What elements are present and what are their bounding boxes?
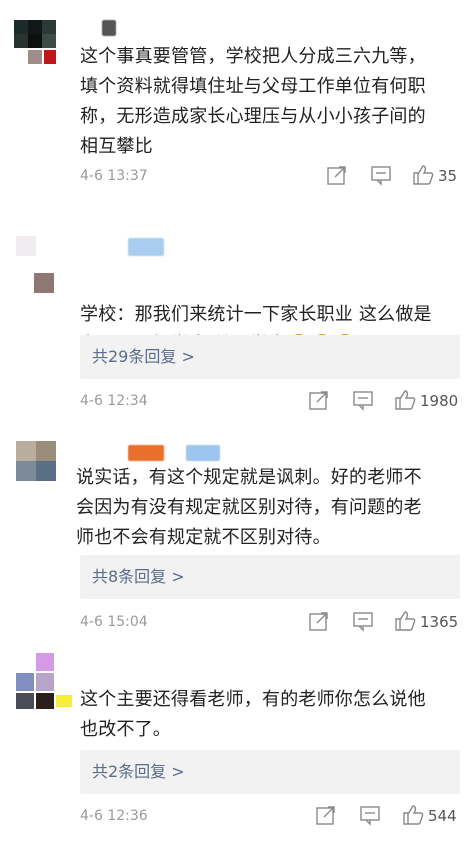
share-icon[interactable] [308, 610, 330, 632]
comment-text: 这个主要还得看老师，有的老师你怎么说他 也改不了。 [80, 689, 426, 740]
like-count: 544 [428, 807, 457, 825]
username[interactable] [128, 445, 164, 461]
like-count: 1365 [420, 613, 459, 631]
avatar-fragment [16, 236, 36, 256]
username[interactable] [128, 238, 164, 256]
like-icon[interactable] [412, 164, 434, 186]
comment-icon[interactable] [352, 610, 374, 632]
share-icon[interactable] [326, 164, 348, 186]
avatar[interactable] [16, 441, 56, 481]
timestamp: 4-6 12:34 [80, 393, 148, 409]
replies-link[interactable]: 共29条回复 > [80, 335, 460, 379]
comment-icon[interactable] [370, 164, 392, 186]
like-icon[interactable] [394, 389, 416, 411]
comment-item: 说实话，有这个规定就是讽刺。好的老师不 会因为有没有规定就区别对待，有问题的老 … [0, 425, 471, 645]
comment-meta: 4-6 15:04 1365 [80, 610, 465, 634]
replies-label: 共2条回复 > [92, 762, 185, 781]
comment-item: 这个事真要管管，学校把人分成三六九等， 填个资料就得填住址与父母工作单位有何职 … [0, 0, 471, 200]
like-count: 35 [438, 167, 458, 185]
comment-item: 学校：那我们来统计一下家长职业 这么做是 为了更了解学生 关心学生 共29条回复… [0, 200, 471, 425]
avatar[interactable] [16, 653, 76, 709]
comment-icon[interactable] [352, 389, 374, 411]
like-icon[interactable] [402, 804, 424, 826]
replies-label: 共8条回复 > [92, 567, 185, 586]
replies-link[interactable]: 共8条回复 > [80, 555, 460, 599]
replies-link[interactable]: 共2条回复 > [80, 750, 460, 794]
user-badge [186, 445, 220, 461]
like-count: 1980 [420, 392, 459, 410]
comment-meta: 4-6 12:34 1980 [80, 389, 465, 413]
avatar[interactable] [14, 20, 58, 64]
avatar[interactable] [34, 273, 54, 293]
comment-text: 这个事真要管管，学校把人分成三六九等， 填个资料就得填住址与父母工作单位有何职 … [80, 46, 426, 157]
comment-meta: 4-6 13:37 35 [80, 164, 465, 188]
comment-meta: 4-6 12:36 544 [80, 804, 465, 828]
timestamp: 4-6 13:37 [80, 168, 148, 184]
share-icon[interactable] [308, 389, 330, 411]
share-icon[interactable] [315, 804, 337, 826]
comment-text: 说实话，有这个规定就是讽刺。好的老师不 会因为有没有规定就区别对待，有问题的老 … [76, 467, 422, 548]
comment-icon[interactable] [359, 804, 381, 826]
like-icon[interactable] [394, 610, 416, 632]
timestamp: 4-6 15:04 [80, 614, 148, 630]
timestamp: 4-6 12:36 [80, 808, 148, 824]
replies-label: 共29条回复 > [92, 347, 195, 366]
username[interactable] [102, 20, 116, 36]
comment-item: 这个主要还得看老师，有的老师你怎么说他 也改不了。 共2条回复 > 4-6 12… [0, 645, 471, 842]
